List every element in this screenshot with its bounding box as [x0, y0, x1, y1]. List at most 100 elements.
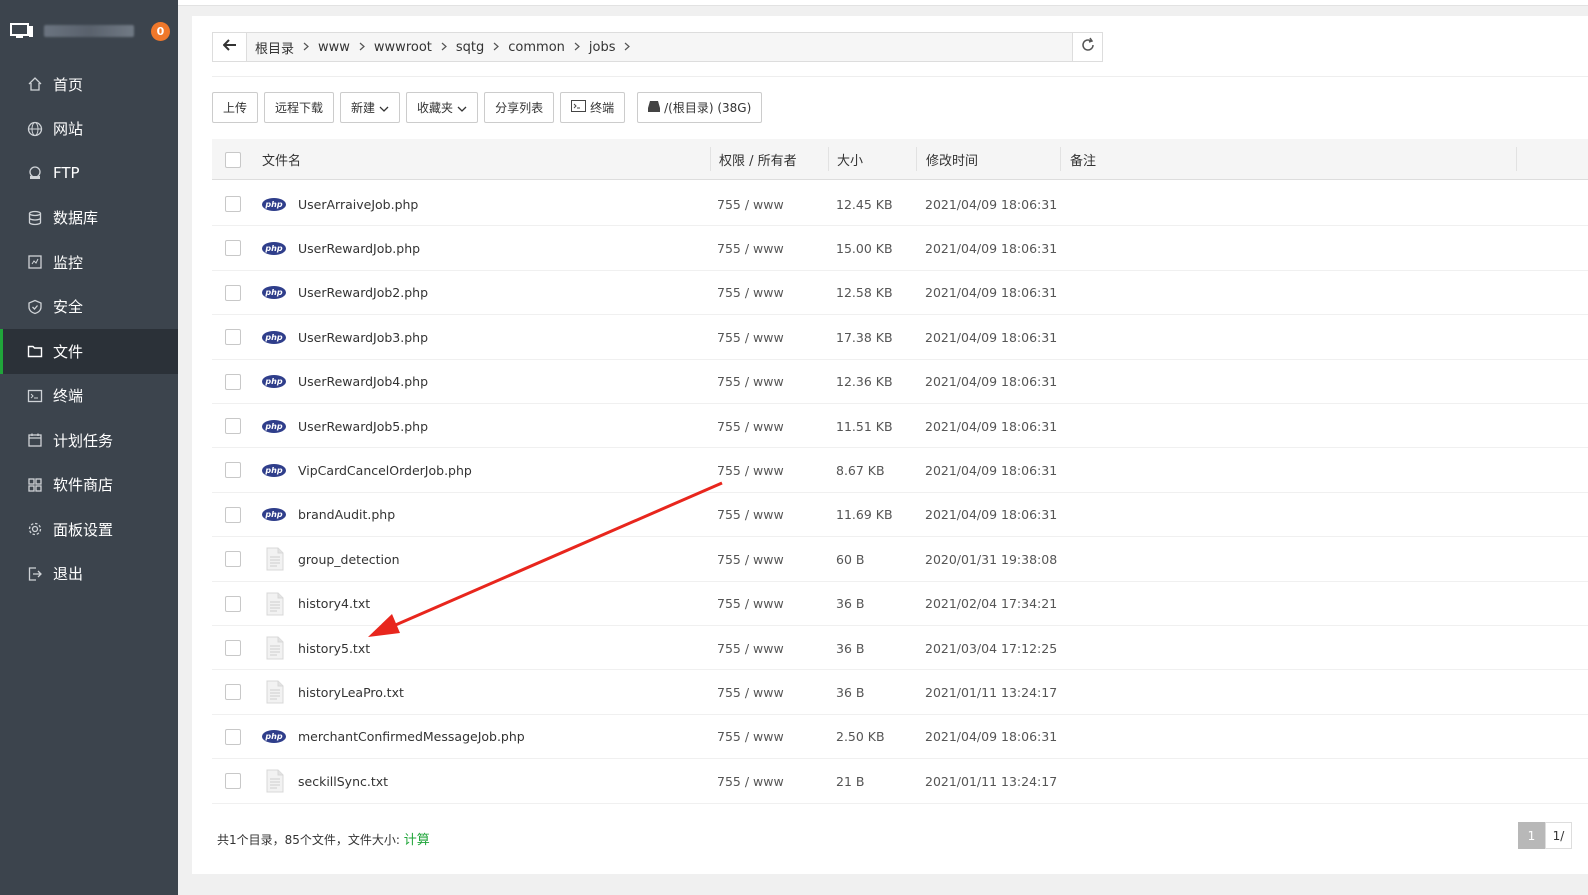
row-checkbox-cell — [225, 759, 241, 803]
column-header-name[interactable]: 文件名 — [262, 139, 301, 180]
breadcrumb-item[interactable]: jobs — [589, 40, 616, 55]
column-header-permission[interactable]: 权限 / 所有者 — [719, 139, 797, 180]
table-row[interactable]: php merchantConfirmedMessageJob.php 755 / … — [212, 715, 1588, 760]
table-row[interactable]: php UserRewardJob5.php 755 / www 11.51 KB 20… — [212, 404, 1588, 449]
breadcrumb-item[interactable]: www — [318, 40, 350, 55]
file-permission[interactable]: 755 / www — [717, 360, 784, 404]
row-checkbox[interactable] — [225, 329, 241, 346]
sidebar-item-7[interactable]: 终端 — [0, 374, 178, 419]
table-row[interactable]: history5.txt 755 / www 36 B 2021/03/04 17:1… — [212, 626, 1588, 671]
sidebar-item-2[interactable]: FTP — [0, 151, 178, 196]
table-row[interactable]: historyLeaPro.txt 755 / www 36 B 2021/01/11… — [212, 670, 1588, 715]
disk-button[interactable]: /(根目录) (38G) — [637, 92, 763, 123]
file-name[interactable]: brandAudit.php — [298, 493, 395, 537]
calculate-link[interactable]: 计算 — [404, 833, 430, 848]
sidebar-item-5[interactable]: 安全 — [0, 285, 178, 330]
share-list-button[interactable]: 分享列表 — [484, 92, 555, 123]
file-permission[interactable]: 755 / www — [717, 670, 784, 714]
sidebar-item-9[interactable]: 软件商店 — [0, 463, 178, 508]
table-row[interactable]: php UserRewardJob2.php 755 / www 12.58 KB 20… — [212, 271, 1588, 316]
file-permission[interactable]: 755 / www — [717, 315, 784, 359]
row-checkbox[interactable] — [225, 240, 241, 257]
sidebar-item-8[interactable]: 计划任务 — [0, 418, 178, 463]
divider — [212, 76, 1588, 77]
sidebar-item-6[interactable]: 文件 — [0, 329, 178, 374]
breadcrumb-item[interactable]: sqtg — [456, 40, 484, 55]
sidebar-item-4[interactable]: 监控 — [0, 240, 178, 285]
row-checkbox[interactable] — [225, 284, 241, 301]
file-permission[interactable]: 755 / www — [717, 182, 784, 226]
notification-badge[interactable]: 0 — [151, 22, 170, 41]
new-dropdown-button[interactable]: 新建 — [340, 92, 401, 123]
file-permission[interactable]: 755 / www — [717, 448, 784, 492]
file-permission[interactable]: 755 / www — [717, 537, 784, 581]
table-row[interactable]: php UserArraiveJob.php 755 / www 12.45 KB 20… — [212, 182, 1588, 227]
row-checkbox[interactable] — [225, 373, 241, 390]
file-name[interactable]: UserArraiveJob.php — [298, 182, 418, 226]
file-name[interactable]: VipCardCancelOrderJob.php — [298, 448, 472, 492]
table-row[interactable]: php VipCardCancelOrderJob.php 755 / www 8.6… — [212, 448, 1588, 493]
file-permission[interactable]: 755 / www — [717, 582, 784, 626]
row-checkbox[interactable] — [225, 506, 241, 523]
row-checkbox-cell — [225, 537, 241, 581]
file-permission[interactable]: 755 / www — [717, 404, 784, 448]
row-checkbox[interactable] — [225, 684, 241, 701]
breadcrumb-item[interactable]: 根目录 — [255, 38, 294, 57]
table-row[interactable]: history4.txt 755 / www 36 B 2021/02/04 17:3… — [212, 582, 1588, 626]
row-checkbox[interactable] — [225, 773, 241, 790]
column-header-size[interactable]: 大小 — [837, 139, 863, 180]
file-name[interactable]: merchantConfirmedMessageJob.php — [298, 715, 525, 759]
table-row[interactable]: group_detection 755 / www 60 B 2020/01/31 1… — [212, 537, 1588, 582]
file-permission[interactable]: 755 / www — [717, 626, 784, 670]
file-name[interactable]: UserRewardJob2.php — [298, 271, 428, 315]
file-permission[interactable]: 755 / www — [717, 715, 784, 759]
file-permission[interactable]: 755 / www — [717, 759, 784, 803]
row-checkbox[interactable] — [225, 551, 241, 568]
row-checkbox[interactable] — [225, 595, 241, 612]
sidebar-item-1[interactable]: 网站 — [0, 107, 178, 152]
row-checkbox[interactable] — [225, 728, 241, 745]
file-name[interactable]: seckillSync.txt — [298, 759, 388, 803]
php-file-icon: php — [262, 463, 286, 477]
file-permission[interactable]: 755 / www — [717, 493, 784, 537]
row-checkbox[interactable] — [225, 196, 241, 212]
sidebar-item-11[interactable]: 退出 — [0, 552, 178, 597]
page-current[interactable]: 1 — [1518, 822, 1545, 849]
calendar-icon — [26, 431, 44, 449]
remote-download-button[interactable]: 远程下载 — [264, 92, 335, 123]
file-permission[interactable]: 755 / www — [717, 226, 784, 270]
sidebar-item-0[interactable]: 首页 — [0, 62, 178, 107]
table-row[interactable]: seckillSync.txt 755 / www 21 B 2021/01/11 1… — [212, 759, 1588, 804]
file-name[interactable]: UserRewardJob3.php — [298, 315, 428, 359]
back-button[interactable] — [213, 33, 247, 61]
file-name[interactable]: UserRewardJob4.php — [298, 360, 428, 404]
file-name[interactable]: history5.txt — [298, 626, 370, 670]
file-name[interactable]: historyLeaPro.txt — [298, 670, 404, 714]
file-name[interactable]: group_detection — [298, 537, 400, 581]
sidebar-item-10[interactable]: 面板设置 — [0, 507, 178, 552]
file-name[interactable]: UserRewardJob.php — [298, 226, 420, 270]
select-all-checkbox[interactable] — [225, 151, 241, 168]
file-type-cell: php — [262, 360, 286, 404]
terminal-button[interactable]: 终端 — [560, 92, 626, 123]
row-checkbox[interactable] — [225, 640, 241, 656]
chevron-right-icon — [624, 41, 631, 54]
breadcrumb-item[interactable]: wwwroot — [374, 40, 432, 55]
table-row[interactable]: php brandAudit.php 755 / www 11.69 KB 2021/0… — [212, 493, 1588, 538]
row-checkbox[interactable] — [225, 418, 241, 434]
pagination: 1 1/ — [1518, 822, 1572, 849]
column-header-mtime[interactable]: 修改时间 — [926, 139, 978, 180]
upload-button[interactable]: 上传 — [212, 92, 259, 123]
favorites-dropdown-button[interactable]: 收藏夹 — [406, 92, 479, 123]
file-permission[interactable]: 755 / www — [717, 271, 784, 315]
row-checkbox[interactable] — [225, 462, 241, 479]
refresh-button[interactable] — [1072, 33, 1102, 61]
table-row[interactable]: php UserRewardJob.php 755 / www 15.00 KB 202… — [212, 226, 1588, 271]
file-name[interactable]: UserRewardJob5.php — [298, 404, 428, 448]
refresh-icon — [1080, 37, 1096, 57]
table-row[interactable]: php UserRewardJob3.php 755 / www 17.38 KB 20… — [212, 315, 1588, 360]
breadcrumb-item[interactable]: common — [508, 40, 565, 55]
sidebar-item-3[interactable]: 数据库 — [0, 196, 178, 241]
table-row[interactable]: php UserRewardJob4.php 755 / www 12.36 KB 20… — [212, 360, 1588, 404]
file-name[interactable]: history4.txt — [298, 582, 370, 626]
